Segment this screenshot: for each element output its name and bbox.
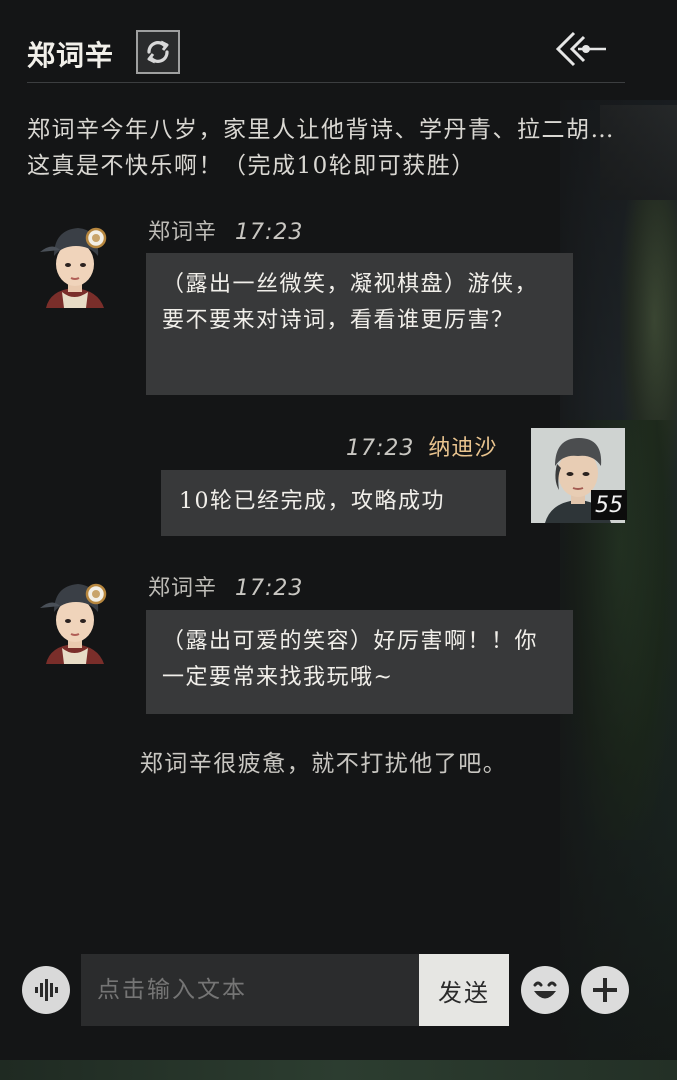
message-time: 17:23 bbox=[346, 436, 415, 461]
header-divider bbox=[27, 82, 625, 83]
refresh-icon bbox=[147, 40, 169, 64]
smile-icon bbox=[533, 981, 557, 999]
message-bubble: （露出可爱的笑容）好厉害啊！！你一定要常来找我玩哦~ bbox=[146, 610, 573, 714]
npc-avatar[interactable] bbox=[32, 568, 112, 664]
npc-portrait-image bbox=[40, 583, 107, 664]
npc-portrait-image bbox=[40, 227, 107, 308]
message-text: （露出可爱的笑容）好厉害啊！！你一定要常来找我玩哦~ bbox=[162, 629, 539, 690]
message-bubble: （露出一丝微笑，凝视棋盘）游侠，要不要来对诗词，看看谁更厉害？ bbox=[146, 253, 573, 395]
sound-wave-icon bbox=[35, 979, 58, 1001]
message-text: 10轮已经完成，攻略成功 bbox=[179, 489, 445, 514]
self-message-bubble: 10轮已经完成，攻略成功 bbox=[161, 470, 506, 536]
chat-header: 郑词辛 bbox=[0, 0, 677, 84]
message-input[interactable] bbox=[81, 954, 419, 1026]
notice-text: 郑词辛很疲惫，就不打扰他了吧。 bbox=[139, 751, 508, 777]
npc-avatar[interactable] bbox=[32, 212, 112, 308]
back-button[interactable] bbox=[552, 27, 608, 71]
plus-icon bbox=[593, 978, 617, 1002]
self-sender-name: 纳迪沙 bbox=[428, 436, 498, 461]
refresh-button[interactable] bbox=[136, 30, 180, 74]
background-ground bbox=[0, 1060, 677, 1080]
sender-name: 郑词辛 bbox=[148, 220, 218, 245]
message-meta: 郑词辛 17:23 bbox=[148, 570, 303, 602]
system-notice: 郑词辛很疲惫，就不打扰他了吧。 bbox=[0, 744, 677, 778]
chat-intro-text: 郑词辛今年八岁，家里人让他背诗、学丹青、拉二胡…这真是不快乐啊！（完成10轮即可… bbox=[27, 117, 615, 179]
self-message-meta: 17:23 纳迪沙 bbox=[346, 430, 497, 462]
more-options-button[interactable] bbox=[581, 966, 629, 1014]
send-button[interactable]: 发送 bbox=[419, 954, 509, 1026]
voice-input-button[interactable] bbox=[22, 966, 70, 1014]
chat-title: 郑词辛 bbox=[27, 39, 115, 72]
message-meta: 郑词辛 17:23 bbox=[148, 214, 303, 246]
message-time: 17:23 bbox=[235, 576, 304, 601]
emoji-button[interactable] bbox=[521, 966, 569, 1014]
message-time: 17:23 bbox=[235, 220, 304, 245]
back-arrow-icon bbox=[555, 31, 606, 67]
sender-name: 郑词辛 bbox=[148, 576, 218, 601]
message-text: （露出一丝微笑，凝视棋盘）游侠，要不要来对诗词，看看谁更厉害？ bbox=[162, 272, 539, 333]
player-level-badge: 55 bbox=[591, 490, 627, 520]
